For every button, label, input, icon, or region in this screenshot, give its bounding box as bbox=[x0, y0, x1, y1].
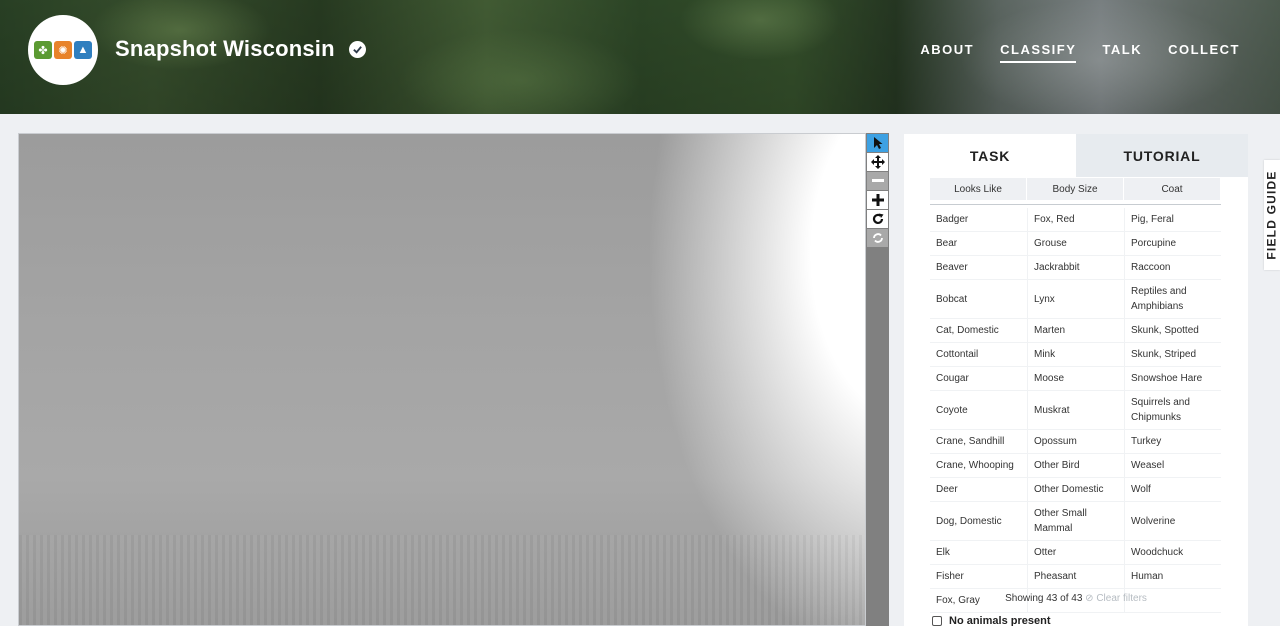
verified-icon bbox=[348, 40, 366, 58]
choice-item[interactable]: Raccoon bbox=[1124, 256, 1221, 279]
choice-row: Beaver Jackrabbit Raccoon bbox=[930, 256, 1221, 280]
logo-leaf-icon: ✤ bbox=[34, 41, 52, 59]
choice-item[interactable]: Pheasant bbox=[1027, 565, 1124, 588]
choice-item[interactable]: Woodchuck bbox=[1124, 541, 1221, 564]
choice-item[interactable]: Reptiles and Amphibians bbox=[1124, 280, 1221, 318]
choice-row: Bobcat Lynx Reptiles and Amphibians bbox=[930, 280, 1221, 319]
choice-item[interactable]: Jackrabbit bbox=[1027, 256, 1124, 279]
tab-task[interactable]: TASK bbox=[904, 134, 1076, 177]
choice-item[interactable]: Moose bbox=[1027, 367, 1124, 390]
choice-item[interactable]: Cat, Domestic bbox=[930, 319, 1027, 342]
choice-item[interactable]: Other Bird bbox=[1027, 454, 1124, 477]
choice-item[interactable]: Porcupine bbox=[1124, 232, 1221, 255]
choice-row: Deer Other Domestic Wolf bbox=[930, 478, 1221, 502]
subject-image[interactable] bbox=[18, 133, 866, 626]
pointer-icon[interactable] bbox=[867, 134, 888, 152]
no-animals-checkbox[interactable] bbox=[932, 616, 942, 626]
showing-text: Showing 43 of 43 bbox=[1005, 593, 1083, 604]
choice-row: Coyote Muskrat Squirrels and Chipmunks bbox=[930, 391, 1221, 430]
choice-item[interactable]: Squirrels and Chipmunks bbox=[1124, 391, 1221, 429]
project-header: ✤ ✺ ▲ Snapshot Wisconsin ABOUT CLASSIFY … bbox=[0, 0, 1280, 114]
choice-item[interactable]: Dog, Domestic bbox=[930, 502, 1027, 540]
clear-filters-button[interactable]: ⊘ Clear filters bbox=[1085, 593, 1147, 604]
choice-item[interactable]: Other Domestic bbox=[1027, 478, 1124, 501]
choice-row: Elk Otter Woodchuck bbox=[930, 541, 1221, 565]
choice-item[interactable]: Pig, Feral bbox=[1124, 208, 1221, 231]
logo-animal-icon: ▲ bbox=[74, 41, 92, 59]
showing-count: Showing 43 of 43 ⊘ Clear filters bbox=[904, 593, 1248, 604]
clear-filter-icon: ⊘ bbox=[1085, 593, 1094, 604]
choice-item[interactable]: Badger bbox=[930, 208, 1027, 231]
rotate-icon[interactable] bbox=[867, 210, 888, 228]
choice-item[interactable]: Wolf bbox=[1124, 478, 1221, 501]
project-title[interactable]: Snapshot Wisconsin bbox=[115, 36, 335, 62]
filter-looks-like[interactable]: Looks Like bbox=[930, 178, 1027, 200]
choice-item[interactable]: Other Small Mammal bbox=[1027, 502, 1124, 540]
zoom-in-icon[interactable] bbox=[867, 191, 888, 209]
no-animals-option[interactable]: No animals present bbox=[932, 615, 1050, 626]
choice-item[interactable]: Bear bbox=[930, 232, 1027, 255]
nav-talk[interactable]: TALK bbox=[1102, 42, 1142, 63]
choice-row: Badger Fox, Red Pig, Feral bbox=[930, 208, 1221, 232]
choice-item[interactable]: Elk bbox=[930, 541, 1027, 564]
choice-grid: Badger Fox, Red Pig, Feral Bear Grouse Porcup… bbox=[930, 208, 1221, 613]
reset-icon[interactable] bbox=[867, 229, 888, 247]
nav-classify[interactable]: CLASSIFY bbox=[1000, 42, 1077, 63]
choice-item[interactable]: Marten bbox=[1027, 319, 1124, 342]
choice-item[interactable]: Deer bbox=[930, 478, 1027, 501]
zoom-out-icon[interactable] bbox=[867, 172, 888, 190]
choice-row: Cat, Domestic Marten Skunk, Spotted bbox=[930, 319, 1221, 343]
tab-tutorial[interactable]: TUTORIAL bbox=[1076, 134, 1248, 177]
choice-item[interactable]: Wolverine bbox=[1124, 502, 1221, 540]
choice-item[interactable]: Weasel bbox=[1124, 454, 1221, 477]
choice-item[interactable]: Bobcat bbox=[930, 280, 1027, 318]
choice-item[interactable]: Opossum bbox=[1027, 430, 1124, 453]
project-avatar[interactable]: ✤ ✺ ▲ bbox=[28, 15, 98, 85]
choice-item[interactable]: Fisher bbox=[930, 565, 1027, 588]
choice-item[interactable]: Crane, Whooping bbox=[930, 454, 1027, 477]
panel-tabs: TASK TUTORIAL bbox=[904, 134, 1248, 177]
clear-filters-label: Clear filters bbox=[1096, 593, 1147, 604]
choice-item[interactable]: Beaver bbox=[930, 256, 1027, 279]
no-animals-label: No animals present bbox=[949, 615, 1051, 626]
choice-row: Cottontail Mink Skunk, Striped bbox=[930, 343, 1221, 367]
choice-item[interactable]: Mink bbox=[1027, 343, 1124, 366]
choice-item[interactable]: Skunk, Striped bbox=[1124, 343, 1221, 366]
choice-item[interactable]: Snowshoe Hare bbox=[1124, 367, 1221, 390]
choice-item[interactable]: Human bbox=[1124, 565, 1221, 588]
divider bbox=[930, 204, 1221, 205]
choice-row: Fisher Pheasant Human bbox=[930, 565, 1221, 589]
filter-coat[interactable]: Coat bbox=[1124, 178, 1221, 200]
choice-row: Bear Grouse Porcupine bbox=[930, 232, 1221, 256]
brand: Snapshot Wisconsin bbox=[115, 36, 366, 62]
choice-row: Crane, Whooping Other Bird Weasel bbox=[930, 454, 1221, 478]
choice-row: Cougar Moose Snowshoe Hare bbox=[930, 367, 1221, 391]
choice-item[interactable]: Cottontail bbox=[930, 343, 1027, 366]
logo-sun-icon: ✺ bbox=[54, 41, 72, 59]
choice-item[interactable]: Muskrat bbox=[1027, 391, 1124, 429]
choice-item[interactable]: Coyote bbox=[930, 391, 1027, 429]
filter-bar: Looks Like Body Size Coat bbox=[930, 178, 1221, 200]
choice-item[interactable]: Crane, Sandhill bbox=[930, 430, 1027, 453]
main-nav: ABOUT CLASSIFY TALK COLLECT bbox=[920, 42, 1240, 63]
field-guide-label: FIELD GUIDE bbox=[1265, 170, 1280, 260]
choice-row: Crane, Sandhill Opossum Turkey bbox=[930, 430, 1221, 454]
choice-item[interactable]: Cougar bbox=[930, 367, 1027, 390]
choice-item[interactable]: Grouse bbox=[1027, 232, 1124, 255]
choice-item[interactable]: Fox, Red bbox=[1027, 208, 1124, 231]
nav-collect[interactable]: COLLECT bbox=[1168, 42, 1240, 63]
choice-row: Dog, Domestic Other Small Mammal Wolverine bbox=[930, 502, 1221, 541]
choice-item[interactable]: Skunk, Spotted bbox=[1124, 319, 1221, 342]
choice-item[interactable]: Turkey bbox=[1124, 430, 1221, 453]
viewer-toolbar bbox=[866, 133, 889, 626]
nav-about[interactable]: ABOUT bbox=[920, 42, 974, 63]
choice-item[interactable]: Otter bbox=[1027, 541, 1124, 564]
choice-item[interactable]: Lynx bbox=[1027, 280, 1124, 318]
filter-body-size[interactable]: Body Size bbox=[1027, 178, 1124, 200]
field-guide-button[interactable]: FIELD GUIDE bbox=[1264, 160, 1280, 270]
move-icon[interactable] bbox=[867, 153, 888, 171]
task-panel: TASK TUTORIAL Looks Like Body Size Coat … bbox=[904, 134, 1248, 626]
